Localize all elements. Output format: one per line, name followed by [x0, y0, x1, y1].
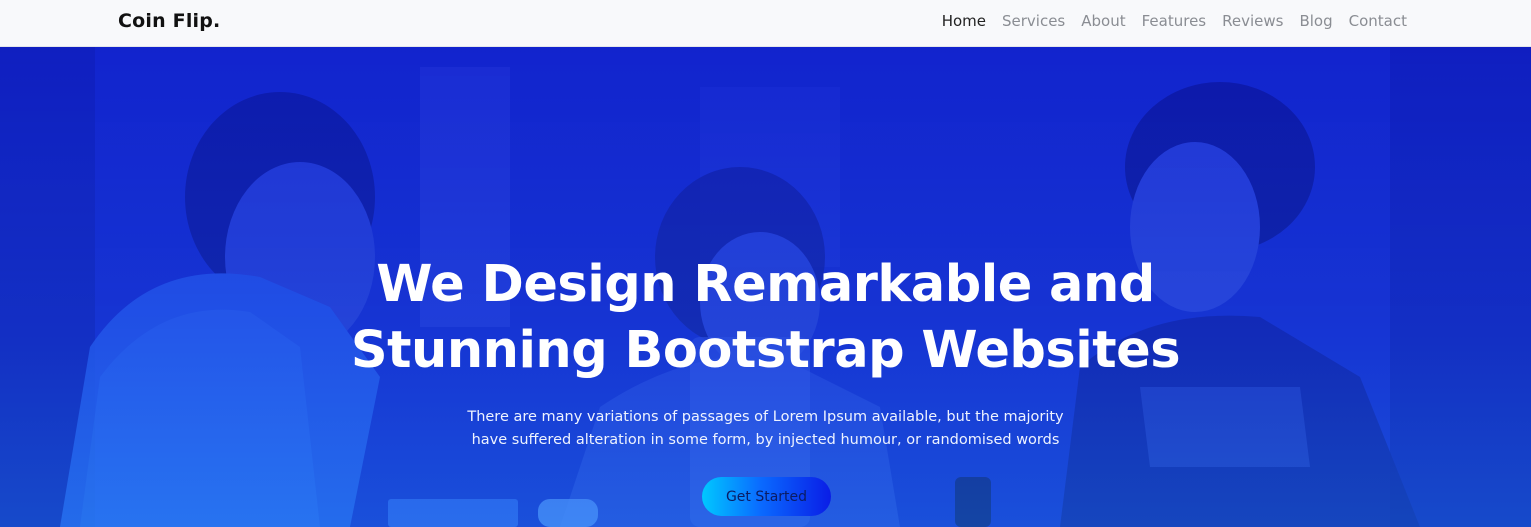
- nav-link-about[interactable]: About: [1081, 12, 1125, 30]
- nav-link-features[interactable]: Features: [1142, 12, 1207, 30]
- nav-link-home[interactable]: Home: [942, 12, 986, 30]
- get-started-button[interactable]: Get Started: [702, 477, 831, 516]
- hero-headline-line-2: Stunning Bootstrap Websites: [350, 321, 1181, 380]
- nav-link-services[interactable]: Services: [1002, 12, 1065, 30]
- nav-link-reviews[interactable]: Reviews: [1222, 12, 1283, 30]
- hero-subtext-line-1: There are many variations of passages of…: [467, 409, 1064, 425]
- hero-content: We Design Remarkable and Stunning Bootst…: [0, 252, 1531, 452]
- hero-headline: We Design Remarkable and Stunning Bootst…: [316, 252, 1216, 384]
- hero-headline-line-1: We Design Remarkable and: [376, 255, 1155, 314]
- hero-section: We Design Remarkable and Stunning Bootst…: [0, 47, 1531, 527]
- nav-link-blog[interactable]: Blog: [1299, 12, 1332, 30]
- brand-logo[interactable]: Coin Flip.: [118, 10, 220, 32]
- nav-menu: Home Services About Features Reviews Blo…: [942, 12, 1407, 30]
- hero-subtext: There are many variations of passages of…: [456, 406, 1076, 452]
- nav-link-contact[interactable]: Contact: [1349, 12, 1407, 30]
- top-navbar: Coin Flip. Home Services About Features …: [0, 0, 1531, 47]
- hero-subtext-line-2: have suffered alteration in some form, b…: [471, 432, 1060, 448]
